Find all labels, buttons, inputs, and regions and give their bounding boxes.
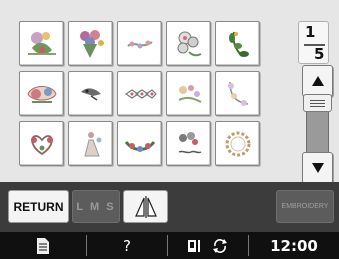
page-indicator: 1 5 — [298, 21, 329, 64]
pattern-tile-figure[interactable] — [68, 121, 113, 166]
document-button[interactable] — [0, 232, 86, 259]
scrollbar-thumb[interactable] — [303, 94, 332, 112]
pattern-tile-ornament-border[interactable] — [117, 71, 162, 116]
arrow-up-icon — [311, 76, 324, 86]
pattern-tile-bow-scroll[interactable] — [19, 71, 64, 116]
scroll-up-button[interactable] — [302, 65, 333, 97]
arrow-down-icon — [311, 163, 324, 173]
pattern-tile-corner-flower[interactable] — [215, 71, 260, 116]
leaf-spray-pattern-icon — [228, 31, 249, 57]
pattern-tile-floral[interactable] — [19, 21, 64, 66]
garland-pattern-icon — [124, 140, 155, 152]
bow-scroll-pattern-icon — [26, 85, 57, 103]
machine-status[interactable] — [168, 232, 248, 259]
floral-pattern-icon — [27, 31, 56, 55]
corner-flower-pattern-icon — [227, 81, 248, 106]
pattern-tile-bouquet[interactable] — [68, 21, 113, 66]
rotate-icon — [213, 238, 227, 253]
pattern-tile-leaf-spray[interactable] — [215, 21, 260, 66]
pattern-tile-wreath[interactable] — [215, 121, 260, 166]
figure-pattern-icon — [83, 131, 101, 156]
embroidery-button: EMBROIDERY — [276, 190, 334, 223]
pattern-tile-heart-scroll[interactable] — [19, 121, 64, 166]
return-button[interactable]: RETURN — [8, 190, 69, 223]
pattern-tile-bouquet-text[interactable] — [166, 121, 211, 166]
bird-pattern-icon — [80, 87, 101, 101]
scroll-down-button[interactable] — [302, 152, 333, 184]
pattern-selection-screen: 1 5 RETURN L M S EMBROIDERY ? 12:00 — [0, 0, 339, 259]
heart-scroll-pattern-icon — [30, 134, 53, 155]
pattern-tile-vine[interactable] — [117, 21, 162, 66]
ornament-border-pattern-icon — [124, 88, 157, 99]
pattern-tile-bird[interactable] — [68, 71, 113, 116]
presser-foot-icon — [188, 239, 200, 252]
pattern-tile-floral-spray[interactable] — [166, 71, 211, 116]
clock: 12:00 — [270, 236, 318, 255]
vine-pattern-icon — [126, 40, 153, 48]
document-icon — [37, 237, 49, 254]
bouquet-pattern-icon — [79, 29, 104, 58]
mirror-image-button[interactable] — [123, 190, 168, 223]
help-button[interactable]: ? — [87, 232, 167, 259]
total-pages: 5 — [314, 45, 325, 63]
wreath-pattern-icon — [225, 131, 250, 156]
bouquet-text-pattern-icon — [178, 131, 201, 153]
flower-cluster-pattern-icon — [177, 31, 201, 56]
floral-spray-pattern-icon — [178, 84, 201, 103]
size-select-button: L M S — [72, 190, 120, 223]
pattern-tile-garland[interactable] — [117, 121, 162, 166]
pattern-tile-flower-cluster[interactable] — [166, 21, 211, 66]
mirror-image-icon — [134, 195, 157, 218]
